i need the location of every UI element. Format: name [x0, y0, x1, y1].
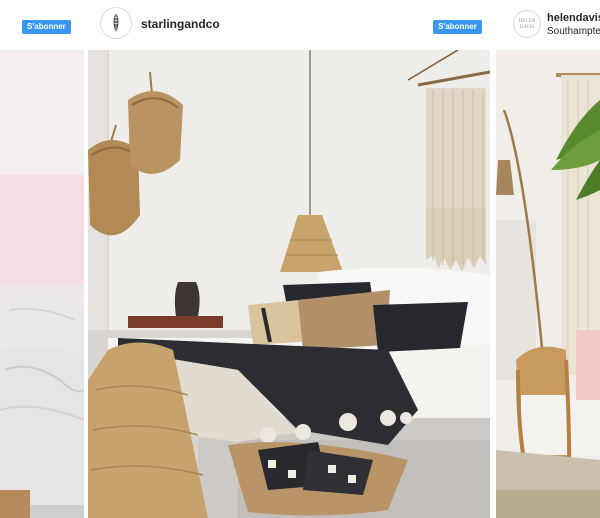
post-card-helendavis: HELEN DAVIS helendavis Southampte	[496, 0, 600, 518]
avatar[interactable]: HELEN DAVIS	[513, 10, 541, 38]
post-header: starlingandco S'abonner	[88, 0, 490, 50]
follow-button[interactable]: S'abonner	[22, 20, 71, 34]
avatar-text: HELEN DAVIS	[518, 19, 536, 30]
feather-logo-icon	[110, 13, 122, 35]
post-header: S'abonner	[0, 0, 84, 50]
follow-button[interactable]: S'abonner	[433, 20, 482, 34]
bedroom-photo-image	[0, 50, 84, 518]
username[interactable]: starlingandco	[141, 17, 220, 31]
post-photo[interactable]	[0, 50, 84, 518]
location-link[interactable]: Southampte	[547, 26, 600, 37]
post-photo[interactable]	[496, 50, 600, 518]
post-card-starlingandco: starlingandco S'abonner	[88, 0, 490, 518]
post-card-left: S'abonner	[0, 0, 84, 518]
avatar[interactable]	[100, 7, 132, 39]
username[interactable]: helendavis	[547, 12, 600, 24]
post-header: HELEN DAVIS helendavis Southampte	[496, 0, 600, 50]
living-room-photo-image	[496, 50, 600, 518]
bedroom-photo-image	[88, 50, 490, 518]
post-photo[interactable]	[88, 50, 490, 518]
